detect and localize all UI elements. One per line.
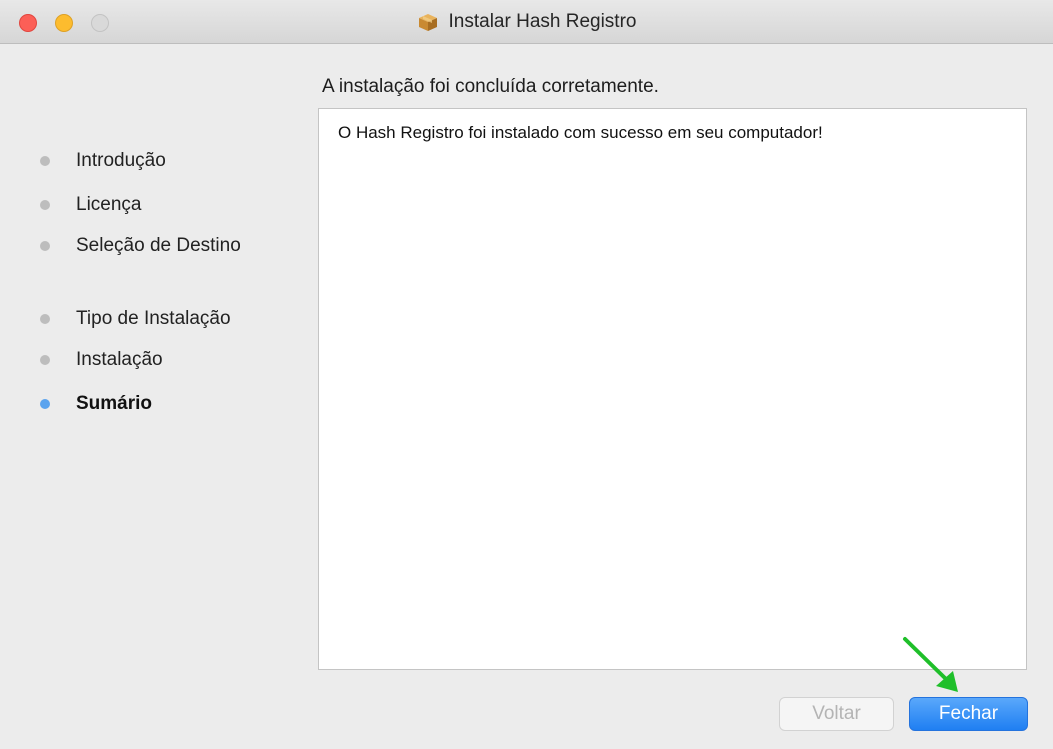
step-dot [40,399,50,409]
step-dot [40,200,50,210]
close-button-label: Fechar [938,703,999,724]
step-instalacao: Instalação [36,349,163,371]
step-selecao-destino: Seleção de Destino [36,235,241,257]
step-sumario: Sumário [36,393,152,415]
step-label: Tipo de Instalação [76,308,231,329]
page-heading: A instalação foi concluída corretamente. [322,76,659,97]
arrow-icon [903,637,958,692]
installer-window: Instalar Hash Registro Introdução Licenç… [0,0,1053,749]
close-button[interactable]: Fechar [909,697,1028,731]
back-button-label: Voltar [812,703,861,724]
summary-panel: O Hash Registro foi instalado com sucess… [318,108,1027,670]
title-bar: Instalar Hash Registro [0,0,1053,44]
step-dot [40,156,50,166]
step-introducao: Introdução [36,150,166,172]
step-dot [40,355,50,365]
window-title: Instalar Hash Registro [0,0,1053,44]
step-tipo-instalacao: Tipo de Instalação [36,308,231,330]
package-icon [418,14,437,31]
window-title-text: Instalar Hash Registro [448,11,637,32]
summary-message: O Hash Registro foi instalado com sucess… [338,123,823,142]
step-label: Instalação [76,349,163,370]
step-label: Licença [76,194,142,215]
step-label: Seleção de Destino [76,235,241,256]
step-dot [40,314,50,324]
back-button[interactable]: Voltar [779,697,894,731]
step-label: Sumário [76,393,153,414]
step-dot [40,241,50,251]
step-licenca: Licença [36,194,142,216]
step-label: Introdução [76,150,166,171]
